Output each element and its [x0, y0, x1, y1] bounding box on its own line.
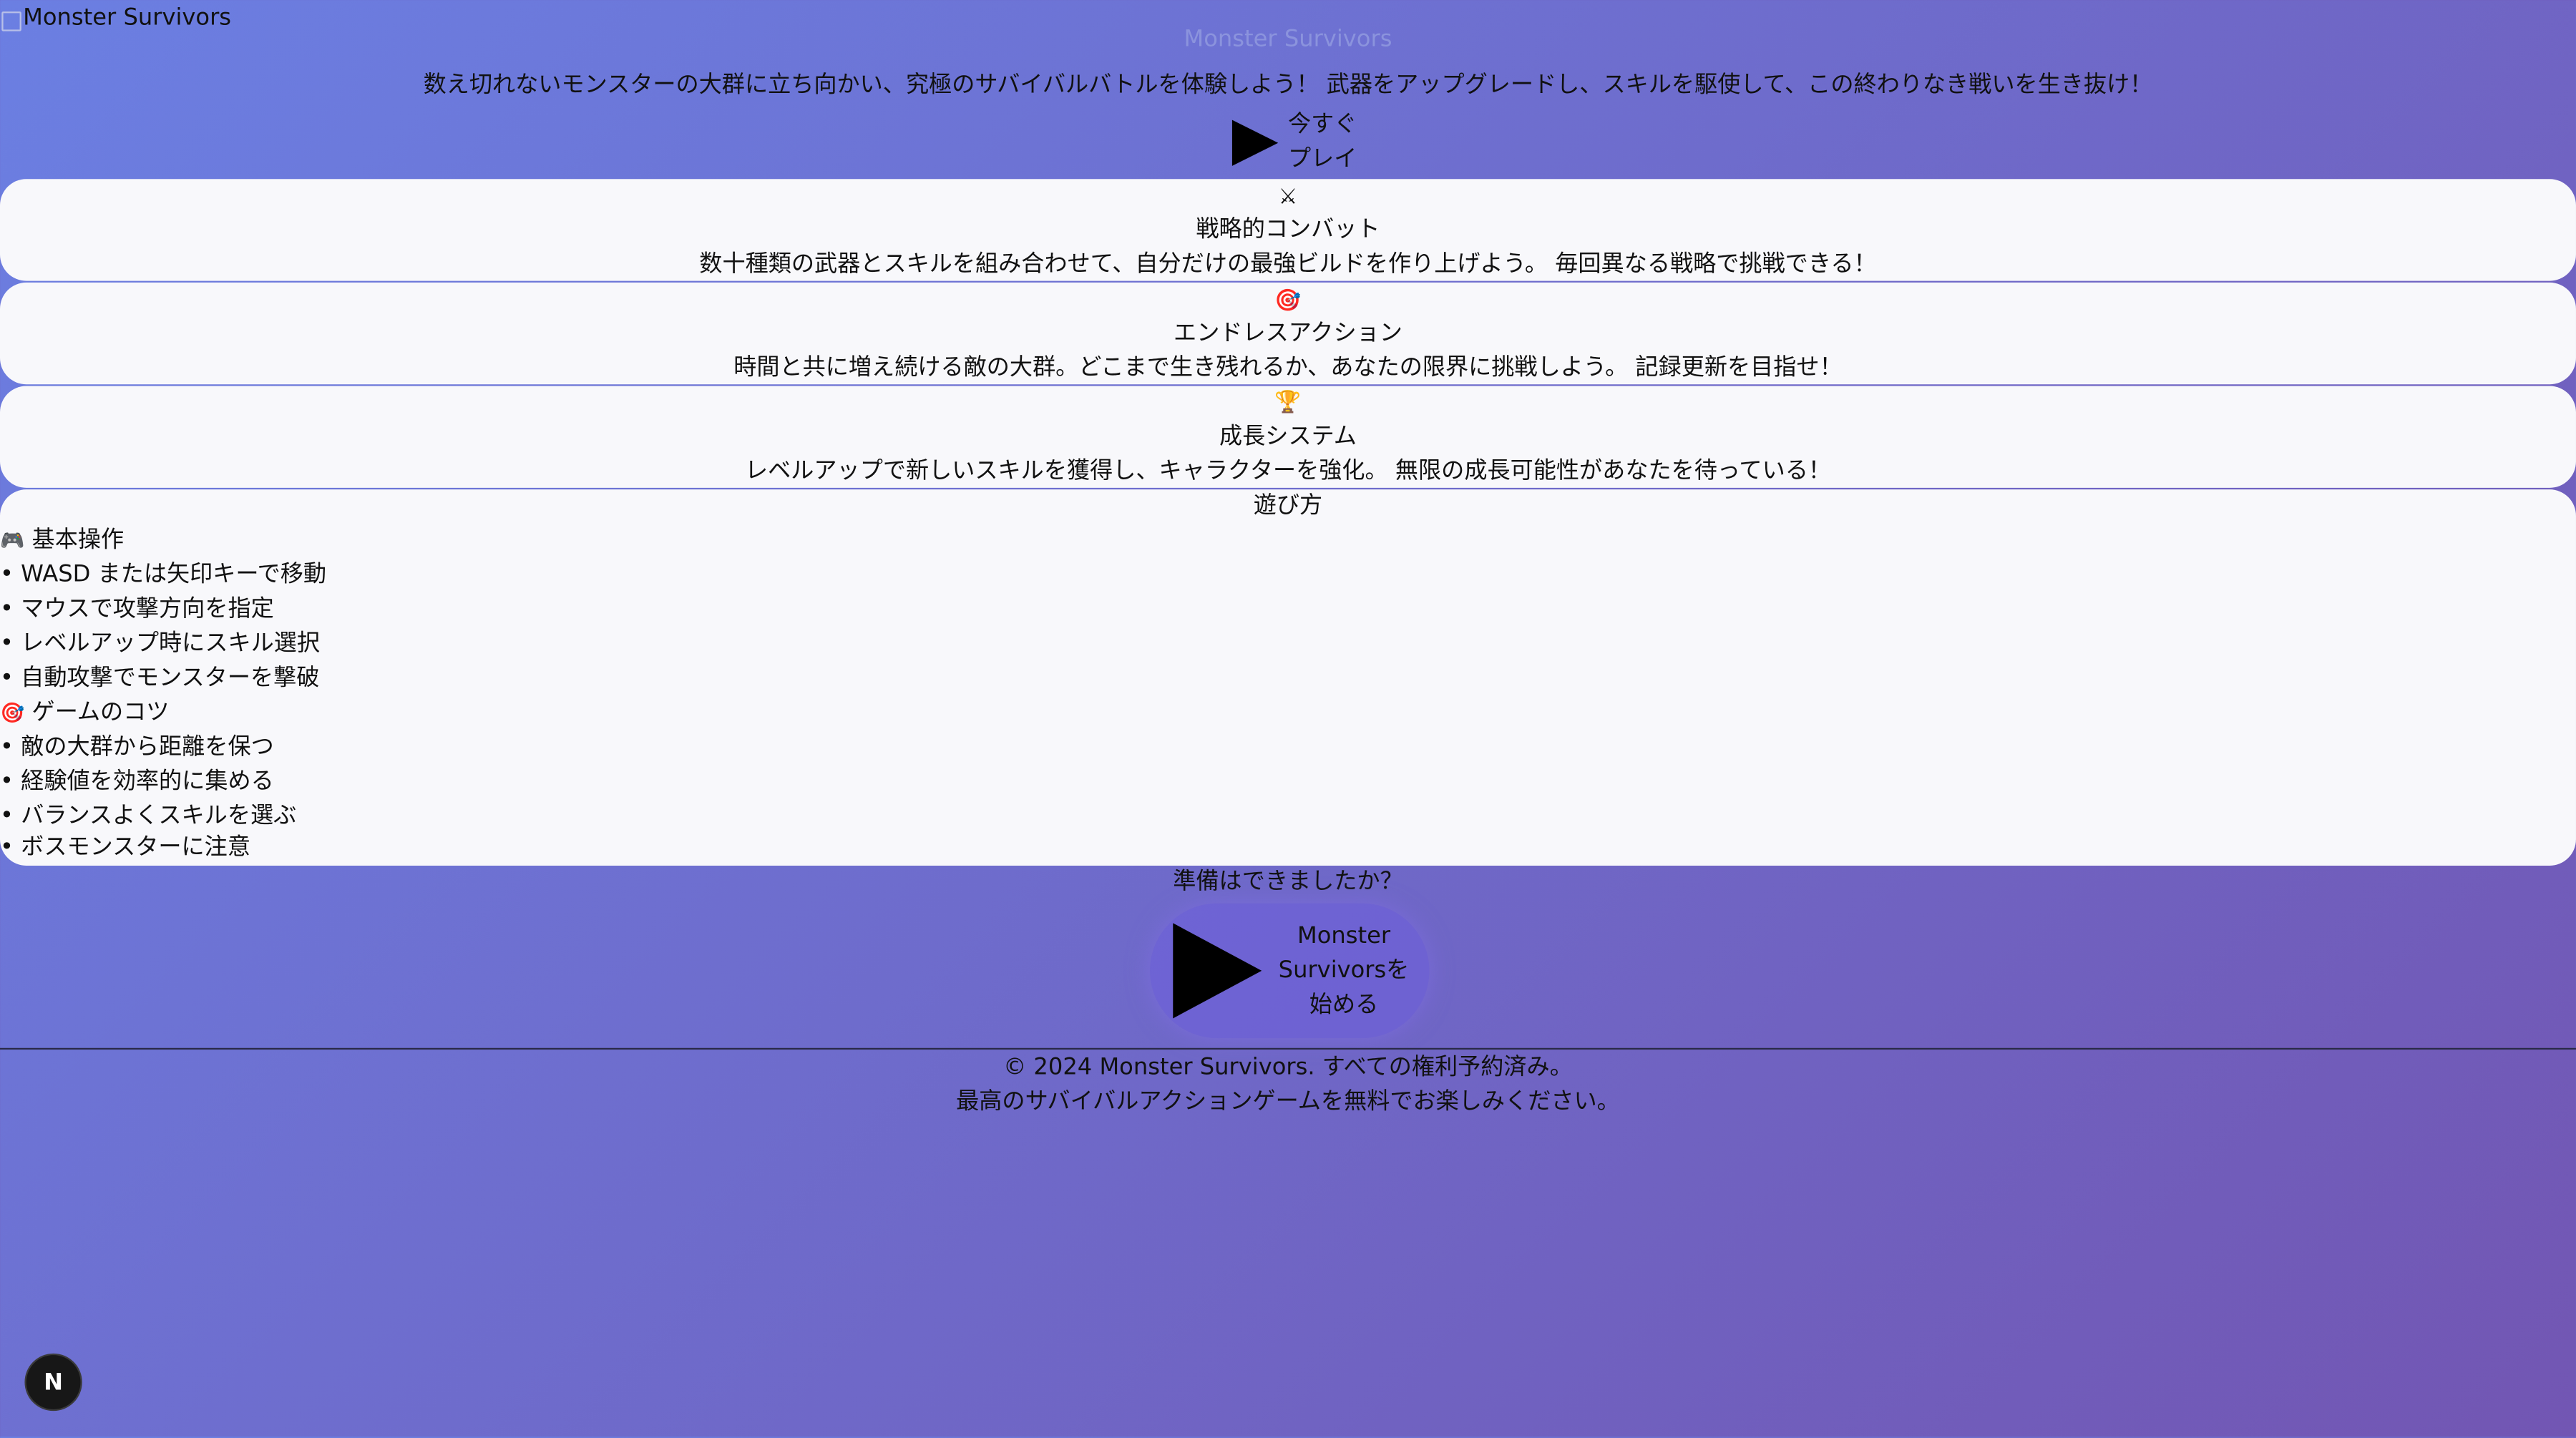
- feature-card-combat: ⚔ 戦略的コンバット 数十種類の武器とスキルを組み合わせて、自分だけの最強ビルド…: [0, 179, 2576, 281]
- list-item: • レベルアップ時にスキル選択: [0, 630, 321, 657]
- how-to-play-title: 遊び方: [1253, 492, 1323, 519]
- footer-tagline: 最高のサバイバルアクションゲームを無料でお楽しみください。: [956, 1089, 1620, 1115]
- play-icon: [1173, 923, 1262, 1019]
- list-item: • 経験値を効率的に集める: [0, 768, 274, 796]
- gamepad-icon: 🎮: [0, 529, 25, 552]
- start-button-line1: Monster: [1297, 922, 1391, 949]
- feature-description: 時間と共に増え続ける敵の大群。どこまで生き残れるか、あなたの限界に挑戦しよう。 …: [733, 354, 1843, 381]
- footer-copyright: © 2024 Monster Survivors. すべての権利予約済み。: [1003, 1054, 1573, 1081]
- nextjs-dev-badge[interactable]: N: [26, 1355, 81, 1409]
- feature-description: 数十種類の武器とスキルを組み合わせて、自分だけの最強ビルドを作り上げよう。 毎回…: [699, 251, 1877, 278]
- play-now-label-line2: プレイ: [1287, 146, 1357, 173]
- list-item: • 敵の大群から距離を保つ: [0, 734, 274, 761]
- list-item: • ボスモンスターに注意: [0, 834, 250, 861]
- list-item: • 自動攻撃でモンスターを撃破: [0, 665, 320, 692]
- play-now-label-line1: 今すぐ: [1287, 112, 1357, 138]
- tips-title: ゲームのコツ: [31, 700, 170, 726]
- hero-description: 数え切れないモンスターの大群に立ち向かい、究極のサバイバルバトルを体験しよう！ …: [423, 72, 2153, 99]
- feature-title: エンドレスアクション: [1174, 320, 1402, 347]
- play-now-button[interactable]: 今すぐ プレイ: [1227, 109, 1357, 177]
- tips-heading: 🎯 ゲームのコツ: [0, 696, 169, 730]
- start-button-line3: 始める: [1309, 991, 1379, 1018]
- target-icon: 🎯: [0, 701, 25, 725]
- start-game-button[interactable]: Monster Survivorsを 始める: [1150, 903, 1430, 1039]
- trophy-icon: 🏆: [1274, 391, 1302, 416]
- page: Monster Survivors Monster Survivors 数え切れ…: [0, 0, 2576, 1438]
- nextjs-logo-icon: N: [44, 1369, 64, 1396]
- list-item: • マウスで攻撃方向を指定: [0, 596, 274, 623]
- feature-title: 戦略的コンバット: [1196, 217, 1380, 243]
- basic-controls-title: 基本操作: [31, 527, 125, 554]
- target-icon: 🎯: [1274, 289, 1302, 314]
- basic-controls-heading: 🎮 基本操作: [0, 524, 124, 558]
- feature-card-growth: 🏆 成長システム レベルアップで新しいスキルを獲得し、キャラクターを強化。 無限…: [0, 386, 2576, 488]
- start-button-line2: Survivorsを: [1278, 957, 1410, 984]
- how-to-play-section: 遊び方 🎮 基本操作 • WASD または矢印キーで移動 • マウスで攻撃方向を…: [0, 489, 2576, 866]
- hero-title: Monster Survivors: [1184, 26, 1392, 53]
- feature-description: レベルアップで新しいスキルを獲得し、キャラクターを強化。 無限の成長可能性があな…: [744, 458, 1831, 485]
- ready-prompt: 準備はできましたか？: [1173, 869, 1403, 896]
- feature-title: 成長システム: [1219, 424, 1357, 451]
- crossed-swords-icon: ⚔: [1278, 185, 1298, 210]
- feature-card-endless: 🎯 エンドレスアクション 時間と共に増え続ける敵の大群。どこまで生き残れるか、あ…: [0, 282, 2576, 385]
- list-item: • WASD または矢印キーで移動: [0, 562, 327, 588]
- list-item: • バランスよくスキルを選ぶ: [0, 803, 297, 830]
- footer-divider: [0, 1047, 2576, 1050]
- play-icon: [1231, 119, 1279, 166]
